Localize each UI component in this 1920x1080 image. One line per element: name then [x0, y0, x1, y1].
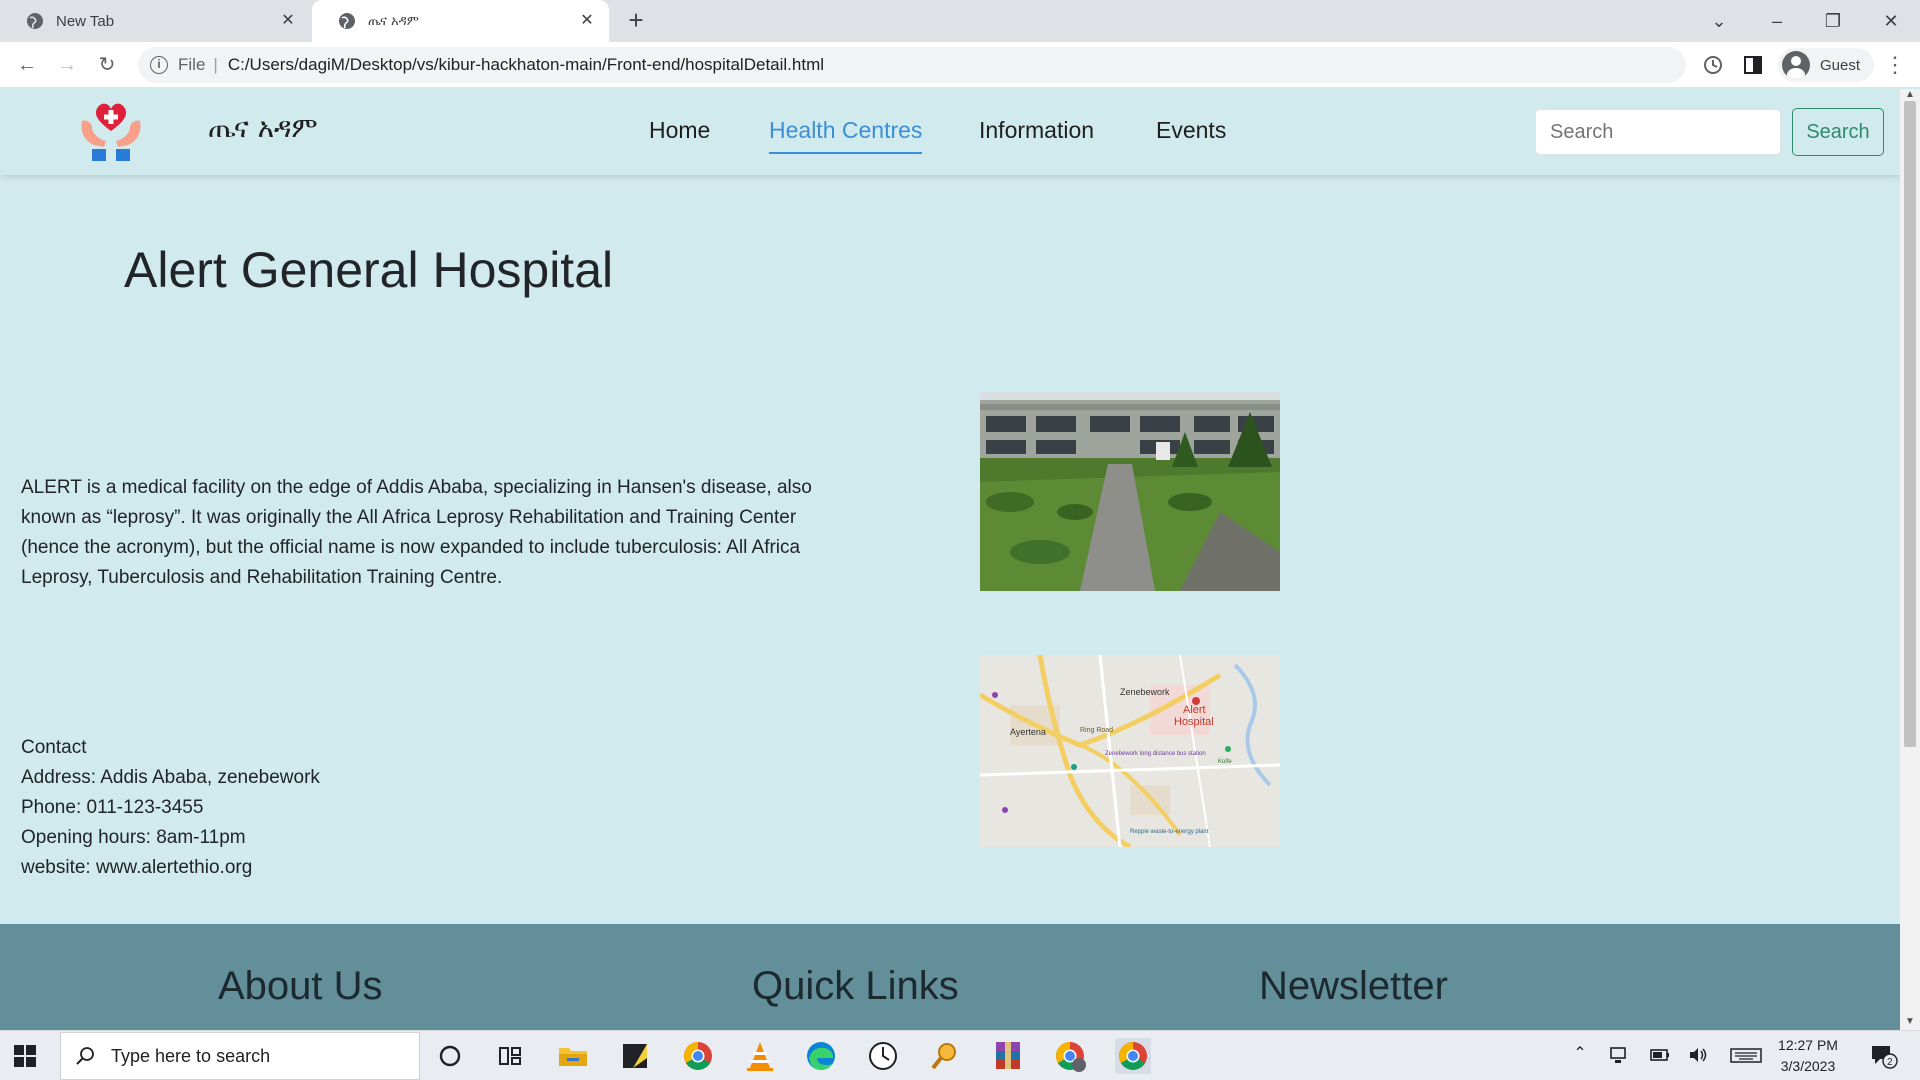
hospital-description: ALERT is a medical facility on the edge … — [21, 477, 812, 588]
tray-chevron-up-icon[interactable]: ⌃ — [1568, 1043, 1592, 1067]
browser-tab-strip: New Tab ✕ ጤና አዳም ✕ + ⌄ – ❐ ✕ — [0, 0, 1920, 42]
map-label-zenebework: Zenebework — [1120, 687, 1170, 697]
cortana-icon[interactable] — [432, 1038, 468, 1074]
contact-phone: Phone: 011-123-3455 — [21, 797, 204, 818]
map-label-hospital: Hospital — [1174, 716, 1214, 728]
file-explorer-icon[interactable] — [555, 1038, 591, 1074]
taskbar-search-box[interactable]: Type here to search — [60, 1032, 420, 1080]
nav-information[interactable]: Information — [979, 117, 1094, 144]
url-scheme: File — [178, 55, 206, 74]
new-tab-plus-icon[interactable]: + — [623, 7, 649, 34]
tab-new-tab[interactable]: New Tab ✕ — [0, 0, 310, 42]
close-window-icon[interactable]: ✕ — [1876, 6, 1906, 36]
hospital-title: Alert General Hospital — [124, 242, 614, 298]
battery-icon[interactable] — [1648, 1043, 1672, 1067]
close-tab-icon[interactable]: ✕ — [577, 11, 597, 31]
volume-icon[interactable] — [1686, 1043, 1710, 1067]
contact-heading: Contact — [21, 737, 87, 758]
profile-button[interactable]: Guest — [1778, 48, 1875, 82]
site-navbar: ጤና አዳም Home Health Centres Information E… — [0, 89, 1900, 175]
browser-toolbar: ← → ↻ i File | C:/Users/dagiM/Desktop/vs… — [0, 42, 1920, 88]
page-scrollbar[interactable]: ▲ ▼ — [1900, 89, 1920, 1030]
network-icon[interactable] — [1608, 1043, 1632, 1067]
nav-home[interactable]: Home — [649, 117, 710, 144]
search-icon — [76, 1047, 94, 1065]
sticky-notes-icon[interactable] — [617, 1038, 653, 1074]
tab-active[interactable]: ጤና አዳም ✕ — [312, 0, 609, 42]
clock-app-icon[interactable] — [865, 1038, 901, 1074]
clock-time: 12:27 PM — [1778, 1037, 1838, 1053]
winrar-icon[interactable] — [990, 1038, 1026, 1074]
globe-icon — [27, 13, 43, 29]
site-search-input[interactable] — [1535, 109, 1781, 155]
tab-search-chevron-icon[interactable]: ⌄ — [1704, 6, 1734, 36]
system-clock[interactable]: 12:27 PM 3/3/2023 — [1768, 1035, 1848, 1077]
extension-shield-icon[interactable] — [1700, 52, 1726, 78]
minimize-icon[interactable]: – — [1762, 6, 1792, 36]
location-map[interactable]: Alert Hospital Zenebework Ayertena Ring … — [980, 655, 1280, 847]
map-label-ring-road: Ring Road — [1080, 727, 1113, 734]
profile-label: Guest — [1820, 56, 1861, 74]
map-label-bus-station: Zenebework long distance bus station — [1105, 751, 1206, 757]
url-text[interactable]: C:/Users/dagiM/Desktop/vs/kibur-hackhato… — [228, 55, 824, 75]
scroll-down-arrow-icon[interactable]: ▼ — [1904, 1016, 1916, 1027]
web-page: ጤና አዳም Home Health Centres Information E… — [0, 89, 1900, 1030]
chrome-profile-icon[interactable] — [1052, 1038, 1088, 1074]
avatar-icon — [1782, 51, 1810, 79]
chrome-icon[interactable] — [680, 1038, 716, 1074]
contact-block: Contact Address: Addis Ababa, zenebework… — [21, 733, 320, 883]
scroll-up-arrow-icon[interactable]: ▲ — [1904, 89, 1916, 100]
restore-icon[interactable]: ❐ — [1818, 6, 1848, 36]
notification-center-icon[interactable]: 2 — [1870, 1043, 1898, 1069]
globe-icon — [339, 13, 355, 29]
windows-start-icon[interactable] — [14, 1045, 36, 1067]
hands-heart-logo-icon[interactable] — [78, 101, 144, 165]
tab-title: New Tab — [56, 12, 115, 30]
keyboard-icon[interactable] — [1730, 1043, 1762, 1067]
map-label-kolfe: Kolfe — [1218, 759, 1232, 765]
url-separator: | — [213, 55, 218, 74]
search-tool-icon[interactable] — [927, 1038, 963, 1074]
contact-address: Address: Addis Ababa, zenebework — [21, 767, 320, 788]
site-search-button[interactable]: Search — [1792, 108, 1884, 156]
edge-icon[interactable] — [803, 1038, 839, 1074]
notification-count: 2 — [1887, 1057, 1893, 1068]
chrome-active-icon[interactable] — [1115, 1038, 1151, 1074]
tab-title: ጤና አዳም — [368, 13, 419, 29]
vlc-icon[interactable] — [742, 1038, 778, 1074]
windows-taskbar: Type here to search ⌃ 12:27 PM 3/3/2023 … — [0, 1030, 1920, 1080]
back-arrow-icon[interactable]: ← — [14, 52, 40, 78]
side-panel-icon[interactable] — [1740, 52, 1766, 78]
menu-kebab-icon[interactable]: ⋮ — [1884, 52, 1906, 78]
footer-about-us: About Us — [218, 964, 383, 1008]
map-label-ayertena: Ayertena — [1010, 727, 1046, 737]
address-bar[interactable]: i File | C:/Users/dagiM/Desktop/vs/kibur… — [138, 47, 1686, 83]
contact-hours: Opening hours: 8am-11pm — [21, 827, 246, 848]
nav-events[interactable]: Events — [1156, 117, 1226, 144]
footer-quick-links: Quick Links — [752, 964, 959, 1008]
info-icon[interactable]: i — [150, 56, 168, 74]
forward-arrow-icon[interactable]: → — [54, 52, 80, 78]
map-label-reppie: Reppie waste-to-energy plant — [1130, 829, 1209, 835]
site-brand[interactable]: ጤና አዳም — [208, 111, 318, 145]
reload-icon[interactable]: ↻ — [94, 52, 120, 78]
map-label-alert: Alert — [1183, 704, 1206, 716]
footer-newsletter: Newsletter — [1259, 964, 1448, 1008]
contact-website[interactable]: website: www.alertethio.org — [21, 853, 320, 883]
close-tab-icon[interactable]: ✕ — [278, 11, 298, 31]
task-view-icon[interactable] — [492, 1038, 528, 1074]
site-footer: About Us Quick Links Newsletter — [0, 924, 1900, 1030]
hospital-photo — [980, 392, 1280, 591]
scrollbar-thumb[interactable] — [1904, 101, 1916, 747]
clock-date: 3/3/2023 — [1780, 1058, 1836, 1074]
nav-health-centres[interactable]: Health Centres — [769, 117, 923, 154]
taskbar-search-placeholder: Type here to search — [111, 1045, 271, 1066]
